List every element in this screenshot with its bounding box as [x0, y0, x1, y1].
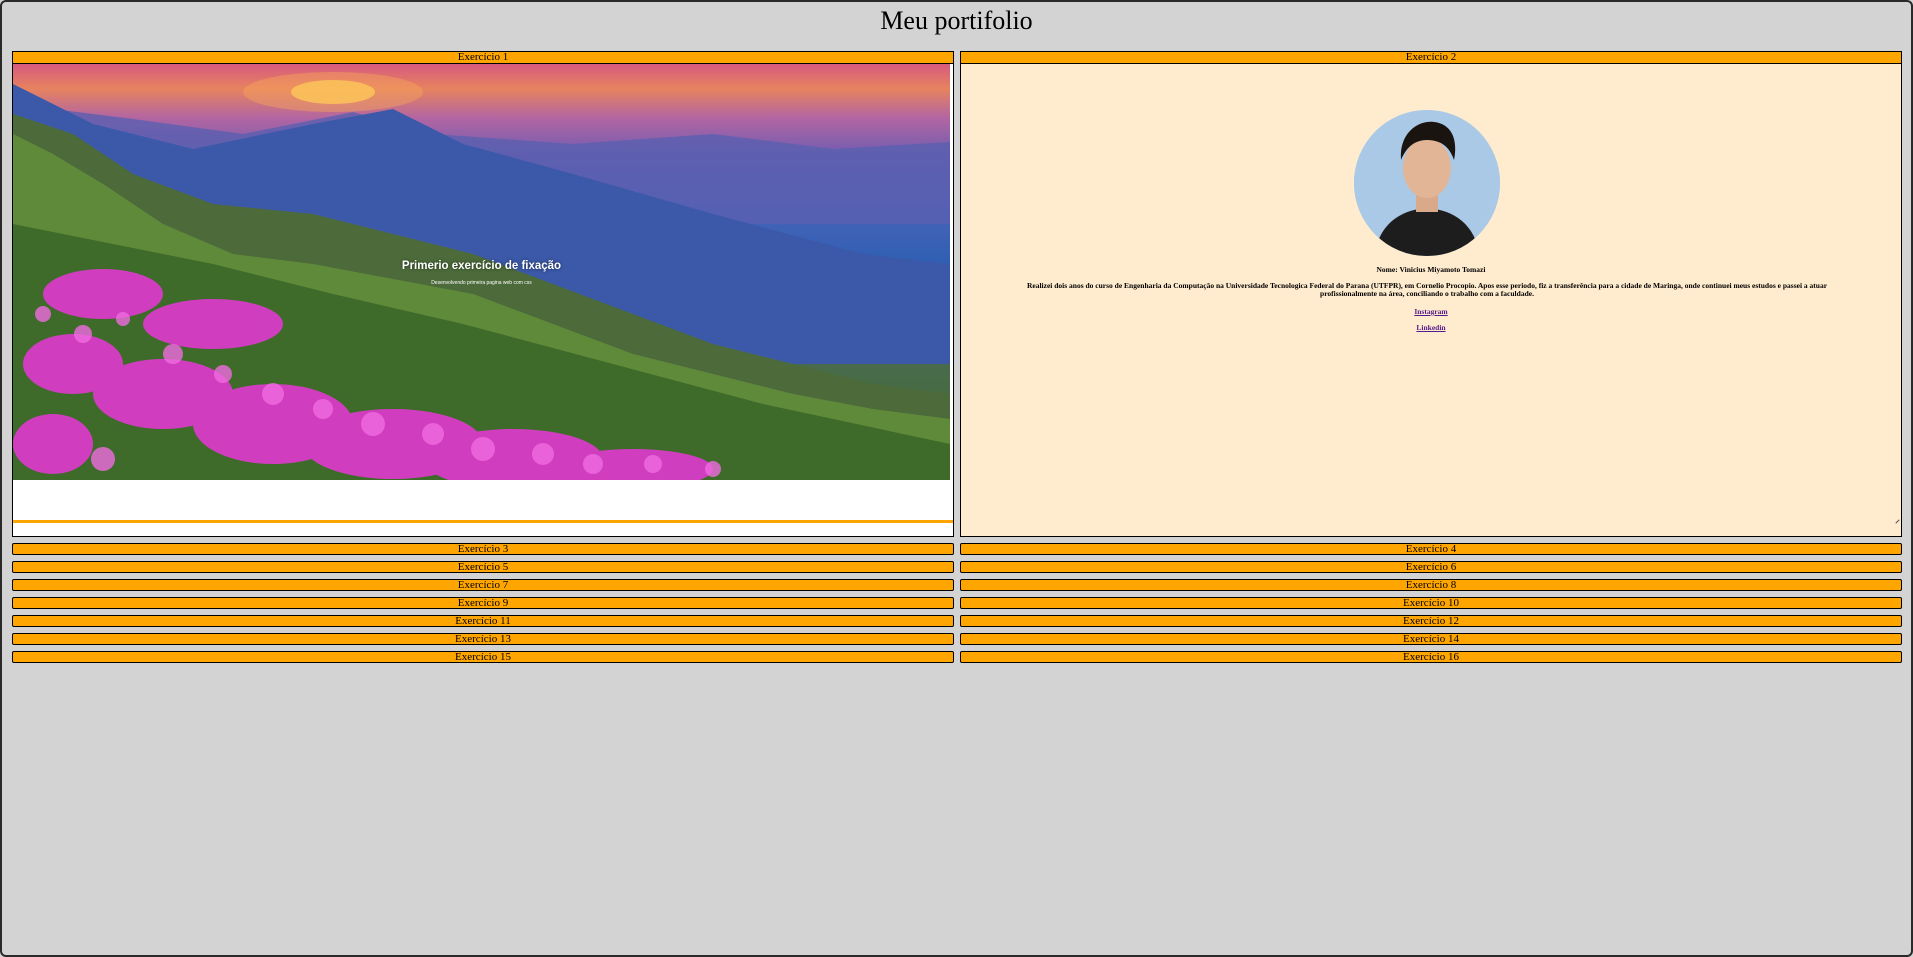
page-title: Meu portifolio	[880, 6, 1033, 35]
exercise-panel-2: Exercício 2 Nome: Vinicius Miyamoto Toma…	[960, 51, 1902, 537]
exercise-5-button[interactable]: Exercício 5	[12, 561, 954, 573]
landscape-image	[13, 64, 950, 480]
resize-handle[interactable]	[1895, 517, 1901, 523]
exercise-2-button[interactable]: Exercício 2	[961, 52, 1901, 64]
exercise-14-button[interactable]: Exercício 14	[960, 633, 1902, 645]
exercise-1-button[interactable]: Exercício 1	[13, 52, 953, 64]
exercise-grid: Exercício 1 Primerio exercício de fixaçã…	[12, 51, 1902, 663]
exercise-9-button[interactable]: Exercício 9	[12, 597, 954, 609]
exercise-15-button[interactable]: Exercício 15	[12, 651, 954, 663]
exercise-2-iframe[interactable]: Nome: Vinicius Miyamoto Tomazi Realizei …	[961, 64, 1901, 523]
linkedin-link[interactable]: Linkedin	[961, 323, 1901, 332]
exercise-4-button[interactable]: Exercício 4	[960, 543, 1902, 555]
exercise-panel-1: Exercício 1 Primerio exercício de fixaçã…	[12, 51, 954, 537]
exercise-7-button[interactable]: Exercício 7	[12, 579, 954, 591]
exercise-1-hero-title: Primerio exercício de fixação	[401, 260, 562, 272]
exercise-10-button[interactable]: Exercício 10	[960, 597, 1902, 609]
exercise-12-button[interactable]: Exercício 12	[960, 615, 1902, 627]
instagram-link[interactable]: Instagram	[961, 307, 1901, 316]
exercise-1-bottom-bar	[13, 520, 953, 523]
exercise-13-button[interactable]: Exercício 13	[12, 633, 954, 645]
exercise-8-button[interactable]: Exercício 8	[960, 579, 1902, 591]
exercise-1-hero-subtitle: Desenvolvendo primeira pagina web com cs…	[431, 280, 532, 286]
exercise-1-iframe[interactable]: Primerio exercício de fixação Desenvolve…	[13, 64, 953, 523]
exercise-3-button[interactable]: Exercício 3	[12, 543, 954, 555]
exercise-11-button[interactable]: Exercício 11	[12, 615, 954, 627]
profile-avatar	[1354, 110, 1500, 256]
profile-name: Nome: Vinicius Miyamoto Tomazi	[1376, 265, 1486, 274]
exercise-6-button[interactable]: Exercício 6	[960, 561, 1902, 573]
profile-bio: Realizei dois anos do curso de Engenhari…	[1026, 281, 1828, 298]
exercise-16-button[interactable]: Exercício 16	[960, 651, 1902, 663]
